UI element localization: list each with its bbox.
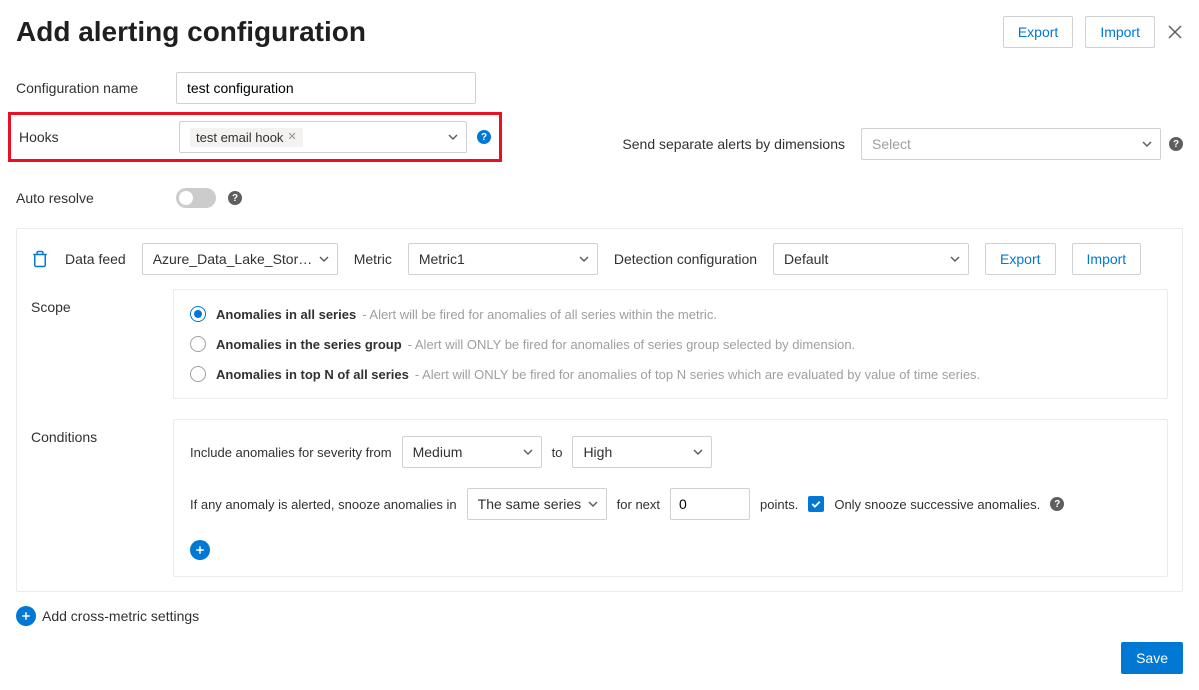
auto-resolve-help-icon[interactable]: ? — [228, 191, 242, 205]
chevron-down-icon — [1142, 139, 1152, 149]
separate-alerts-label: Send separate alerts by dimensions — [622, 136, 845, 152]
separate-alerts-help-icon[interactable]: ? — [1169, 137, 1183, 151]
snooze-points-text: points. — [760, 497, 798, 512]
chevron-down-icon — [950, 254, 960, 264]
snooze-scope-select[interactable]: The same series — [467, 488, 607, 520]
hook-tag-label: test email hook — [196, 130, 283, 145]
only-successive-help-icon[interactable]: ? — [1050, 497, 1064, 511]
severity-prefix-text: Include anomalies for severity from — [190, 445, 392, 460]
detection-select[interactable]: Default — [773, 243, 969, 275]
add-cross-metric-button[interactable]: Add cross-metric settings — [16, 606, 1183, 626]
snooze-for-next-text: for next — [617, 497, 660, 512]
datafeed-panel: Data feed Azure_Data_Lake_Storage_Ge Met… — [16, 228, 1183, 592]
scope-option-title: Anomalies in top N of all series — [216, 367, 409, 382]
snooze-scope-value: The same series — [478, 496, 581, 512]
add-condition-button[interactable] — [190, 540, 210, 560]
auto-resolve-toggle[interactable] — [176, 188, 216, 208]
snooze-value-input[interactable] — [670, 488, 750, 520]
scope-radio[interactable] — [190, 306, 206, 322]
config-name-input[interactable] — [176, 72, 476, 104]
chevron-down-icon — [448, 132, 458, 142]
plus-circle-icon — [16, 606, 36, 626]
detection-label: Detection configuration — [614, 251, 757, 267]
scope-option-title: Anomalies in the series group — [216, 337, 402, 352]
save-button[interactable]: Save — [1121, 642, 1183, 674]
trash-icon[interactable] — [31, 250, 49, 268]
metric-select[interactable]: Metric1 — [408, 243, 598, 275]
auto-resolve-label: Auto resolve — [16, 190, 176, 206]
severity-to-select[interactable]: High — [572, 436, 712, 468]
separate-alerts-placeholder: Select — [872, 136, 911, 152]
only-successive-label: Only snooze successive anomalies. — [834, 497, 1040, 512]
tag-remove-icon[interactable]: ✕ — [287, 132, 296, 143]
close-icon[interactable] — [1167, 24, 1183, 40]
scope-label: Scope — [31, 289, 173, 315]
import-button[interactable]: Import — [1085, 16, 1155, 48]
scope-option-desc: - Alert will ONLY be fired for anomalies… — [408, 337, 856, 352]
add-cross-metric-label: Add cross-metric settings — [42, 608, 199, 624]
datafeed-label: Data feed — [65, 251, 126, 267]
conditions-body: Include anomalies for severity from Medi… — [173, 419, 1168, 577]
hooks-label: Hooks — [19, 129, 179, 145]
datafeed-value: Azure_Data_Lake_Storage_Ge — [153, 251, 313, 267]
scope-option-title: Anomalies in all series — [216, 307, 356, 322]
separate-alerts-select[interactable]: Select — [861, 128, 1161, 160]
scope-option: Anomalies in the series group - Alert wi… — [190, 336, 1151, 352]
detection-value: Default — [784, 251, 828, 267]
panel-export-button[interactable]: Export — [985, 243, 1055, 275]
config-name-label: Configuration name — [16, 80, 176, 96]
severity-to-value: High — [583, 444, 612, 460]
hooks-select[interactable]: test email hook ✕ — [179, 121, 467, 153]
chevron-down-icon — [693, 447, 703, 457]
datafeed-select[interactable]: Azure_Data_Lake_Storage_Ge — [142, 243, 338, 275]
scope-option-desc: - Alert will ONLY be fired for anomalies… — [415, 367, 980, 382]
scope-radio[interactable] — [190, 366, 206, 382]
metric-label: Metric — [354, 251, 392, 267]
scope-option-desc: - Alert will be fired for anomalies of a… — [362, 307, 717, 322]
scope-option: Anomalies in all series - Alert will be … — [190, 306, 1151, 322]
severity-from-value: Medium — [413, 444, 463, 460]
metric-value: Metric1 — [419, 251, 465, 267]
export-button[interactable]: Export — [1003, 16, 1073, 48]
chevron-down-icon — [588, 499, 598, 509]
severity-to-label: to — [552, 445, 563, 460]
chevron-down-icon — [579, 254, 589, 264]
page-title: Add alerting configuration — [16, 16, 366, 48]
hook-tag: test email hook ✕ — [190, 128, 303, 147]
scope-body: Anomalies in all series - Alert will be … — [173, 289, 1168, 399]
scope-option: Anomalies in top N of all series - Alert… — [190, 366, 1151, 382]
chevron-down-icon — [523, 447, 533, 457]
conditions-label: Conditions — [31, 419, 173, 445]
only-successive-checkbox[interactable] — [808, 496, 824, 512]
snooze-prefix-text: If any anomaly is alerted, snooze anomal… — [190, 497, 457, 512]
scope-radio[interactable] — [190, 336, 206, 352]
severity-from-select[interactable]: Medium — [402, 436, 542, 468]
chevron-down-icon — [319, 254, 329, 264]
hooks-help-icon[interactable]: ? — [477, 130, 491, 144]
panel-import-button[interactable]: Import — [1072, 243, 1142, 275]
